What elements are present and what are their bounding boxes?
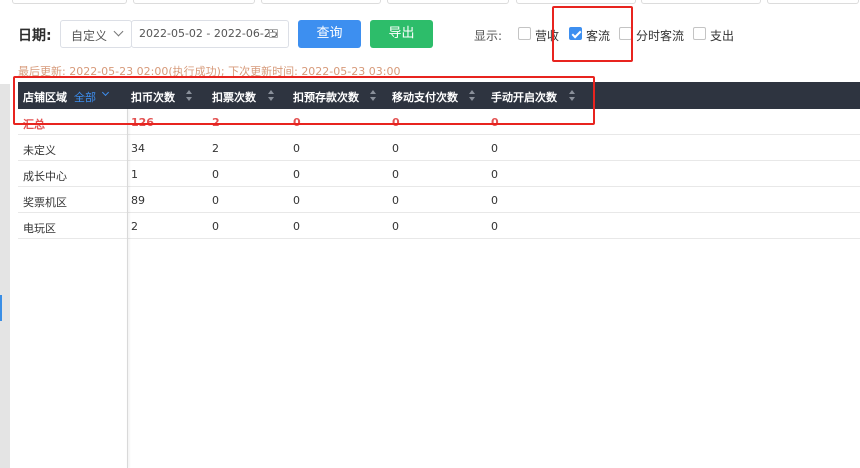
value-cell: 0 [491, 220, 498, 233]
expense-label: 支出 [710, 29, 735, 43]
area-cell: 电玩区 [23, 222, 56, 235]
value-cell: 0 [212, 220, 219, 233]
value-cell: 0 [293, 194, 300, 207]
value-cell: 0 [293, 142, 300, 155]
value-cell: 0 [212, 194, 219, 207]
top-tab[interactable] [516, 0, 636, 4]
value-cell: 2 [212, 142, 219, 155]
left-scroll-rail[interactable] [0, 84, 10, 468]
area-cell: 奖票机区 [23, 196, 67, 209]
date-range-picker[interactable]: 2022-05-02 - 2022-06-25 [131, 20, 289, 48]
table-row: 未定义 34 2 0 0 0 [18, 135, 860, 161]
top-tab[interactable] [12, 0, 127, 4]
value-cell: 1 [131, 168, 138, 181]
top-tab[interactable] [641, 0, 761, 4]
area-cell: 成长中心 [23, 170, 67, 183]
value-cell: 0 [293, 168, 300, 181]
value-cell: 0 [491, 168, 498, 181]
value-cell: 89 [131, 194, 145, 207]
table-row: 电玩区 2 0 0 0 0 [18, 213, 860, 239]
value-cell: 0 [491, 142, 498, 155]
top-tab[interactable] [261, 0, 381, 4]
top-tab-strip [0, 0, 860, 5]
query-button[interactable]: 查询 [298, 20, 361, 48]
value-cell: 34 [131, 142, 145, 155]
expense-checkbox[interactable] [693, 27, 706, 40]
table-row: 成长中心 1 0 0 0 0 [18, 161, 860, 187]
area-cell: 未定义 [23, 144, 56, 157]
calendar-icon [269, 29, 278, 38]
range-type-select[interactable]: 自定义 [60, 20, 132, 48]
left-rail-marker [0, 295, 2, 321]
value-cell: 0 [392, 142, 399, 155]
range-type-value: 自定义 [71, 29, 108, 43]
top-tab[interactable] [387, 0, 509, 4]
value-cell: 2 [131, 220, 138, 233]
value-cell: 0 [392, 168, 399, 181]
date-label: 日期: [18, 28, 52, 44]
annotation-box-header [13, 76, 595, 125]
report-page: 日期: 自定义 2022-05-02 - 2022-06-25 查询 导出 显示… [0, 0, 860, 468]
hourly-traffic-label: 分时客流 [636, 29, 685, 43]
value-cell: 0 [392, 220, 399, 233]
value-cell: 0 [212, 168, 219, 181]
chevron-down-icon [113, 26, 124, 37]
value-cell: 0 [392, 194, 399, 207]
value-cell: 0 [293, 220, 300, 233]
frozen-column-divider [127, 109, 128, 468]
top-tab[interactable] [133, 0, 255, 4]
top-tab[interactable] [767, 0, 859, 4]
revenue-checkbox[interactable] [518, 27, 531, 40]
table-row: 奖票机区 89 0 0 0 0 [18, 187, 860, 213]
value-cell: 0 [491, 194, 498, 207]
export-button[interactable]: 导出 [370, 20, 433, 48]
display-label: 显示: [474, 29, 503, 43]
annotation-box-options [552, 6, 633, 62]
date-range-value: 2022-05-02 - 2022-06-25 [139, 27, 278, 40]
